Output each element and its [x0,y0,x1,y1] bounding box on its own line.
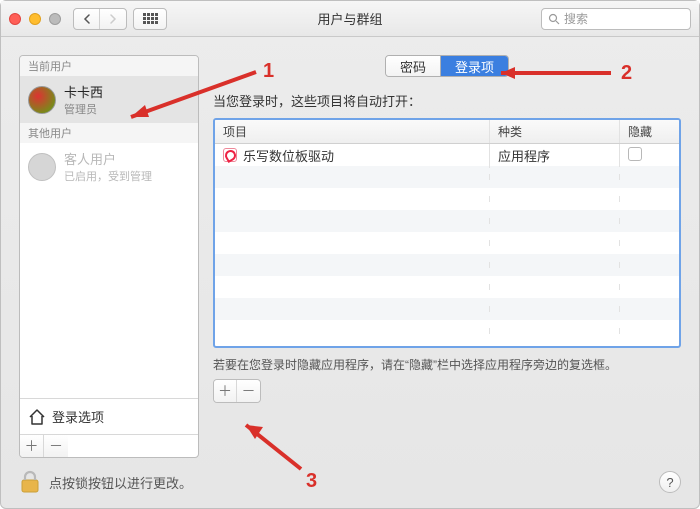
nav-forward-button[interactable] [100,9,126,29]
remove-user-button[interactable]: － [44,435,68,457]
hide-hint-text: 若要在您登录时隐藏应用程序，请在“隐藏”栏中选择应用程序旁边的复选框。 [213,356,681,373]
table-row [215,276,679,298]
nav-back-button[interactable] [74,9,100,29]
add-user-button[interactable]: ＋ [20,435,44,457]
main-panel: 密码 登录项 当您登录时，这些项目将自动打开： 项目 种类 隐藏 乐写数位板驱动 [213,55,681,458]
sidebar-user-current[interactable]: 卡卡西 管理员 [20,76,198,123]
login-options-label: 登录选项 [52,407,104,426]
user-role: 已启用，受到管理 [64,168,152,184]
house-icon [28,408,46,426]
tab-login-items[interactable]: 登录项 [441,56,508,76]
sidebar-login-options[interactable]: 登录选项 [20,398,198,434]
user-role: 管理员 [64,101,103,117]
titlebar: 用户与群组 [1,1,699,37]
nav-back-forward [73,8,127,30]
close-window-icon[interactable] [9,13,21,25]
login-items-table: 项目 种类 隐藏 乐写数位板驱动 应用程序 [213,118,681,348]
sidebar-user-guest[interactable]: 客人用户 已启用，受到管理 [20,143,198,190]
col-header-kind[interactable]: 种类 [489,120,619,143]
search-icon [548,13,560,25]
table-row [215,254,679,276]
prefpane-window: 用户与群组 当前用户 卡卡西 管理员 其他用户 客人用户 已启用，受到管理 [0,0,700,509]
avatar [28,86,56,114]
pane-body: 当前用户 卡卡西 管理员 其他用户 客人用户 已启用，受到管理 [1,37,699,466]
sidebar-header-current: 当前用户 [20,56,198,76]
avatar [28,153,56,181]
table-row [215,320,679,342]
lock-row: 点按锁按钮以进行更改。 ? [1,466,699,508]
search-input[interactable] [564,12,684,26]
remove-item-button[interactable]: － [237,380,260,402]
col-header-hide[interactable]: 隐藏 [619,120,679,143]
add-item-button[interactable]: ＋ [214,380,237,402]
user-name: 客人用户 [64,149,152,168]
table-header: 项目 种类 隐藏 [215,120,679,144]
grid-icon [143,13,158,24]
zoom-window-icon [49,13,61,25]
help-button[interactable]: ? [659,471,681,493]
table-row [215,188,679,210]
col-header-item[interactable]: 项目 [215,120,489,143]
lock-icon[interactable] [19,470,41,494]
table-row [215,210,679,232]
user-sidebar: 当前用户 卡卡西 管理员 其他用户 客人用户 已启用，受到管理 [19,55,199,458]
window-controls [9,13,61,25]
row-item-name: 乐写数位板驱动 [243,146,334,165]
login-items-caption: 当您登录时，这些项目将自动打开： [213,91,681,110]
minimize-window-icon[interactable] [29,13,41,25]
search-field[interactable] [541,8,691,30]
app-icon [223,148,237,162]
hide-checkbox[interactable] [628,147,642,161]
sidebar-header-other: 其他用户 [20,123,198,143]
user-name: 卡卡西 [64,82,103,101]
table-row [215,298,679,320]
tab-group: 密码 登录项 [213,55,681,77]
table-row [215,232,679,254]
tab-password[interactable]: 密码 [386,56,441,76]
sidebar-footer: ＋ － [20,434,198,457]
show-all-button[interactable] [133,8,167,30]
table-row [215,166,679,188]
add-remove-group: ＋ － [213,379,261,403]
table-body: 乐写数位板驱动 应用程序 [215,144,679,346]
lock-text: 点按锁按钮以进行更改。 [49,473,192,492]
table-row[interactable]: 乐写数位板驱动 应用程序 [215,144,679,166]
row-item-kind: 应用程序 [489,144,619,168]
